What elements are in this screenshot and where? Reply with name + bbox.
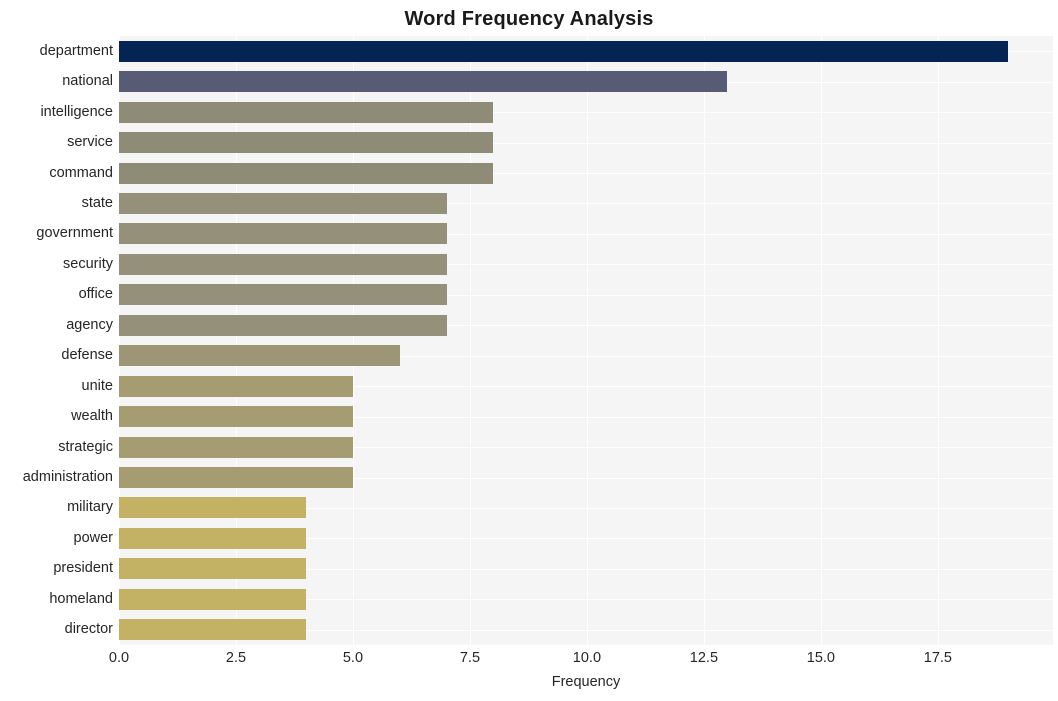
x-axis-tick-label: 0.0 — [108, 650, 130, 666]
y-axis-tick-label: agency — [66, 316, 113, 333]
y-axis-tick-label: command — [49, 164, 113, 181]
bar — [119, 284, 447, 306]
y-axis-tick-label: administration — [22, 469, 113, 486]
y-axis-tick-label: military — [67, 499, 113, 516]
chart-figure: Word Frequency Analysis department nation… — [0, 0, 1058, 701]
bar — [119, 406, 353, 428]
y-axis-tick-label: homeland — [49, 590, 113, 607]
x-axis-tick-labels: 0.0 2.5 5.0 7.5 10.0 12.5 15.0 17.5 — [0, 650, 1058, 672]
bar — [119, 497, 307, 519]
x-axis-tick-label: 7.5 — [459, 650, 481, 666]
y-axis-tick-label: state — [81, 194, 113, 211]
bar — [119, 588, 307, 610]
y-axis-tick-label: department — [39, 42, 113, 59]
bar — [119, 314, 447, 336]
bar — [119, 558, 307, 580]
bar — [119, 436, 353, 458]
x-axis-tick-label: 10.0 — [572, 650, 602, 666]
bar — [119, 71, 728, 93]
bar — [119, 192, 447, 214]
x-axis-tick-label: 12.5 — [689, 650, 719, 666]
chart-title: Word Frequency Analysis — [404, 8, 654, 30]
bar — [119, 375, 353, 397]
y-axis-tick-labels: department national intelligence service com… — [0, 36, 113, 645]
bar — [119, 619, 307, 641]
y-axis-tick-label: strategic — [58, 438, 113, 455]
x-axis-tick-label: 17.5 — [923, 650, 952, 666]
bar — [119, 253, 447, 275]
y-axis-tick-label: wealth — [71, 408, 113, 425]
bar — [119, 132, 494, 154]
x-axis-title: Frequency — [551, 674, 621, 690]
bar — [119, 467, 353, 489]
x-axis-tick-label: 5.0 — [342, 650, 364, 666]
bar — [119, 345, 400, 367]
y-axis-tick-label: director — [64, 621, 113, 638]
x-axis-tick-label: 15.0 — [806, 650, 836, 666]
y-axis-tick-label: defense — [61, 347, 113, 364]
plot-area — [119, 36, 1053, 645]
y-axis-tick-label: national — [62, 73, 113, 90]
y-axis-tick-label: president — [53, 560, 113, 577]
y-axis-tick-label: intelligence — [40, 103, 113, 120]
bar-series — [119, 36, 1053, 645]
bar — [119, 101, 494, 123]
y-axis-tick-label: unite — [81, 377, 113, 394]
y-axis-tick-label: office — [78, 286, 113, 303]
bar — [119, 40, 1009, 62]
x-axis-tick-label: 2.5 — [225, 650, 247, 666]
bar — [119, 223, 447, 245]
y-axis-tick-label: service — [67, 134, 113, 151]
bar — [119, 527, 307, 549]
y-axis-tick-label: government — [36, 225, 113, 242]
y-axis-tick-label: security — [63, 255, 113, 272]
bar — [119, 162, 494, 184]
y-axis-tick-label: power — [73, 529, 114, 546]
